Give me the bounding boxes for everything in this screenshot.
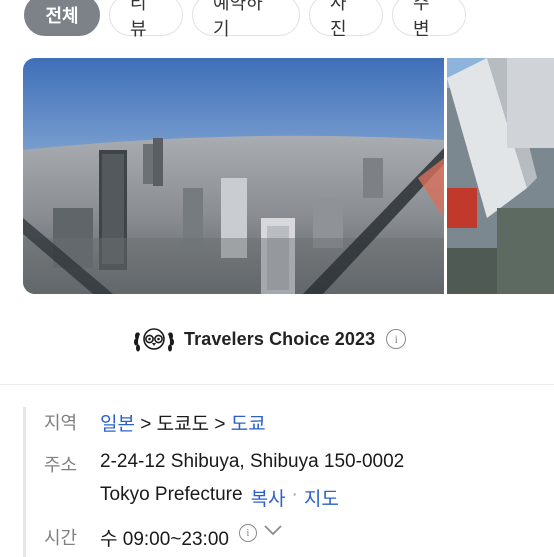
photo-building-view[interactable] [447,58,554,294]
region-separator: > [214,414,226,435]
photo-city-panorama[interactable] [23,58,444,294]
region-label: 지역 [44,413,78,434]
tab-booking[interactable]: 예약하기 [192,0,300,40]
region-separator: > [140,414,152,435]
region-link-tokyo[interactable]: 도쿄 [231,414,266,435]
tab-reviews[interactable]: 리뷰 [109,0,183,40]
tab-photos[interactable]: 사진 [309,0,383,40]
info-icon[interactable]: i [386,329,407,349]
filter-tabs: 전체 리뷰 예약하기 사진 주변 [24,0,466,40]
tab-all[interactable]: 전체 [24,0,100,36]
region-tokyo-metropolis: 도쿄도 [156,414,210,435]
divider [0,384,554,385]
address-label: 주소 [44,455,78,476]
award-title: Travelers Choice 2023 [184,328,376,349]
tripadvisor-owl-laurel-icon [134,328,174,352]
address-line1: 2-24-12 Shibuya, Shibuya 150-0002 [100,451,405,472]
photo-carousel[interactable] [23,58,554,294]
address-row-2: Tokyo Prefecture 복사 · 지도 [100,484,339,511]
address-line2: Tokyo Prefecture [100,484,243,505]
tab-nearby[interactable]: 주변 [392,0,466,40]
link-dot-separator: · [291,484,298,505]
travelers-choice-award: Travelers Choice 2023 i [132,322,407,356]
map-link[interactable]: 지도 [304,484,339,511]
region-link-japan[interactable]: 일본 [100,414,135,435]
copy-address-link[interactable]: 복사 [251,484,286,511]
hours-row: 시간 수 09:00~23:00 i [44,524,283,551]
hours-info-icon[interactable]: i [238,524,257,542]
details-side-line [23,407,26,557]
region-row: 지역 일본 > 도쿄도 > 도쿄 [44,409,266,436]
address-row: 주소 2-24-12 Shibuya, Shibuya 150-0002 [44,451,404,477]
hours-value: 수 09:00~23:00 [100,529,229,550]
hours-label: 시간 [44,528,78,549]
chevron-down-icon[interactable] [263,524,283,536]
